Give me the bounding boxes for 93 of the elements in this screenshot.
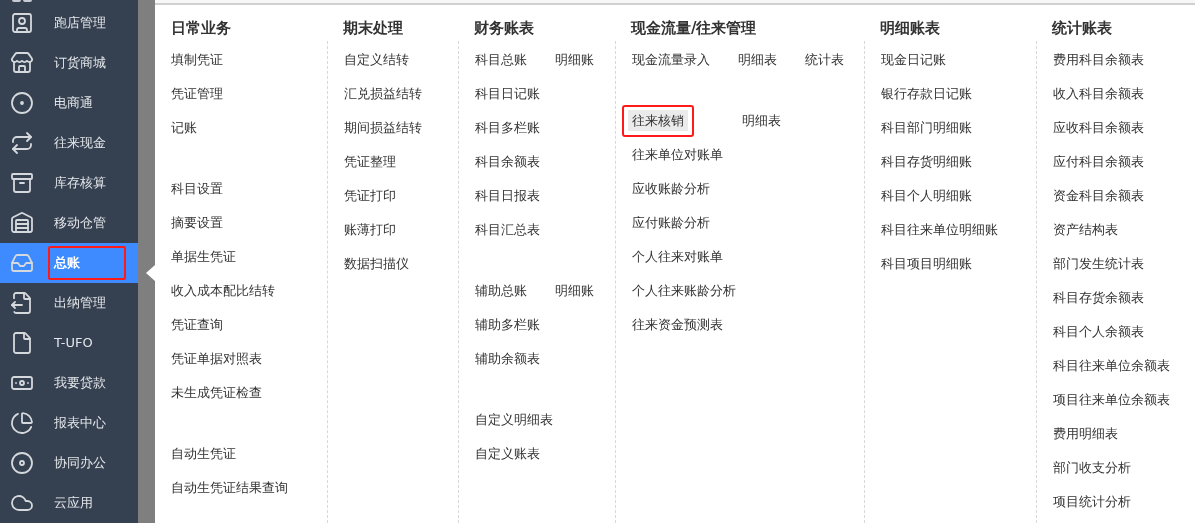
menu-link[interactable]: 个人往来账龄分析	[622, 275, 746, 307]
menu-link[interactable]: 摘要设置	[161, 207, 233, 239]
menu-link[interactable]: 自动生凭证	[161, 438, 246, 470]
menu-link[interactable]: 收入成本配比结转	[161, 275, 285, 307]
menu-link[interactable]: 部门收支分析	[1043, 452, 1141, 484]
menu-link[interactable]: 科目日报表	[465, 180, 550, 212]
menu-link[interactable]: 科目往来单位明细账	[871, 214, 1008, 246]
store-icon	[10, 51, 34, 75]
sidebar-item[interactable]: T-UFO	[0, 323, 138, 363]
menu-link[interactable]: 账薄打印	[334, 214, 406, 246]
menu-link[interactable]: 科目设置	[161, 173, 233, 205]
menu-link[interactable]: 收入科目余额表	[1043, 78, 1154, 110]
menu-link[interactable]: 项目往来单位余额表	[1043, 384, 1180, 416]
sidebar-item[interactable]: 云应用	[0, 483, 138, 523]
menu-link[interactable]: 资产结构表	[1043, 214, 1128, 246]
menu-link[interactable]: 科目总账	[465, 44, 537, 76]
menu-link[interactable]: 部门发生统计表	[1043, 248, 1154, 280]
menu-link[interactable]: 单据生凭证	[161, 241, 246, 273]
menu-link[interactable]: 个人往来对账单	[622, 241, 733, 273]
menu-link[interactable]: 科目多栏账	[465, 112, 550, 144]
menu-link[interactable]: 应收账龄分析	[622, 173, 720, 205]
sidebar-item[interactable]: 库存核算	[0, 163, 138, 203]
menu-link[interactable]: 科目余额表	[465, 146, 550, 178]
menu-link[interactable]: 科目存货余额表	[1043, 282, 1154, 314]
menu-link[interactable]: 科目存货明细账	[871, 146, 982, 178]
menu-link[interactable]: 项目统计分析	[1043, 486, 1141, 518]
menu-link[interactable]: 辅助余额表	[465, 343, 550, 375]
column-heading: 期末处理	[342, 17, 404, 39]
menu-link[interactable]: 资金科目余额表	[1043, 180, 1154, 212]
sidebar-item[interactable]: 移动仓管	[0, 203, 138, 243]
menu-link[interactable]: 明细账	[545, 44, 604, 76]
menu-link[interactable]: 现金流量录入	[622, 44, 720, 76]
menu-link[interactable]: 费用明细表	[1043, 418, 1128, 450]
menu-link[interactable]: 往来单位对账单	[622, 139, 733, 171]
menu-link[interactable]: 自动生凭证结果查询	[161, 472, 298, 504]
sidebar-item[interactable]: 订货商城	[0, 43, 138, 83]
sidebar-item[interactable]: 报表中心	[0, 403, 138, 443]
disc-icon	[10, 451, 34, 475]
menu-link[interactable]: 辅助多栏账	[465, 309, 550, 341]
menu-link[interactable]: 科目日记账	[465, 78, 550, 110]
menu-link[interactable]: 凭证查询	[161, 309, 233, 341]
menu-link[interactable]: 汇兑损益结转	[334, 78, 432, 110]
menu-link[interactable]: 记账	[161, 112, 207, 144]
menu-link[interactable]: 科目汇总表	[465, 214, 550, 246]
menu-link[interactable]: 凭证打印	[334, 180, 406, 212]
menu-link[interactable]: 科目部门明细账	[871, 112, 982, 144]
pie-chart-icon	[10, 411, 34, 435]
menu-link[interactable]: 明细表	[732, 105, 791, 137]
sidebar-item[interactable]: 我要贷款	[0, 363, 138, 403]
menu-link[interactable]: 自定义结转	[334, 44, 419, 76]
column-heading: 明细账表	[879, 17, 941, 39]
column-heading: 日常业务	[170, 17, 232, 39]
menu-link[interactable]: 凭证管理	[161, 78, 233, 110]
file-icon	[10, 331, 34, 355]
menu-link[interactable]: 科目个人余额表	[1043, 316, 1154, 348]
sidebar-item[interactable]: 出纳管理	[0, 283, 138, 323]
menu-link[interactable]: 自定义账表	[465, 438, 550, 470]
menu-link[interactable]: 填制凭证	[161, 44, 233, 76]
menu-link[interactable]: 明细账	[545, 275, 604, 307]
menu-link[interactable]: 科目往来单位余额表	[1043, 350, 1180, 382]
tray-icon	[10, 171, 34, 195]
menu-link[interactable]: 凭证整理	[334, 146, 406, 178]
menu-link[interactable]: 期间损益结转	[334, 112, 432, 144]
inbox-icon	[10, 251, 34, 275]
warehouse-icon	[10, 211, 34, 235]
menu-link[interactable]: 往来核销	[622, 105, 694, 137]
column-heading: 现金流量/往来管理	[629, 17, 758, 39]
document-arrow-icon	[10, 291, 34, 315]
sidebar-item[interactable]: 电商通	[0, 83, 138, 123]
menu-link[interactable]: 未生成凭证检查	[161, 377, 272, 409]
user-card-icon	[10, 11, 34, 35]
menu-link[interactable]: 应收科目余额表	[1043, 112, 1154, 144]
circle-icon	[10, 91, 34, 115]
menu-link[interactable]: 科目个人明细账	[871, 180, 982, 212]
sidebar-item[interactable]: 往来现金	[0, 123, 138, 163]
menu-link[interactable]: 凭证单据对照表	[161, 343, 272, 375]
menu-link[interactable]: 辅助总账	[465, 275, 537, 307]
menu-link[interactable]: 现金日记账	[871, 44, 956, 76]
menu-link[interactable]: 费用科目余额表	[1043, 44, 1154, 76]
menu-link[interactable]: 应付科目余额表	[1043, 146, 1154, 178]
column-heading: 财务账表	[473, 17, 535, 39]
menu-link[interactable]: 明细表	[728, 44, 787, 76]
menu-link[interactable]: 科目项目明细账	[871, 248, 982, 280]
menu-link[interactable]: 银行存款日记账	[871, 78, 982, 110]
menu-link[interactable]: 往来资金预测表	[622, 309, 733, 341]
sidebar-item[interactable]: 跑店管理	[0, 3, 138, 43]
menu-link[interactable]: 统计表	[795, 44, 854, 76]
repeat-icon	[10, 131, 34, 155]
sidebar-item[interactable]: 协同办公	[0, 443, 138, 483]
menu-link[interactable]: 数据扫描仪	[334, 248, 419, 280]
column-heading: 统计账表	[1051, 17, 1113, 39]
menu-link[interactable]: 应付账龄分析	[622, 207, 720, 239]
menu-link[interactable]: 自定义明细表	[465, 404, 563, 436]
